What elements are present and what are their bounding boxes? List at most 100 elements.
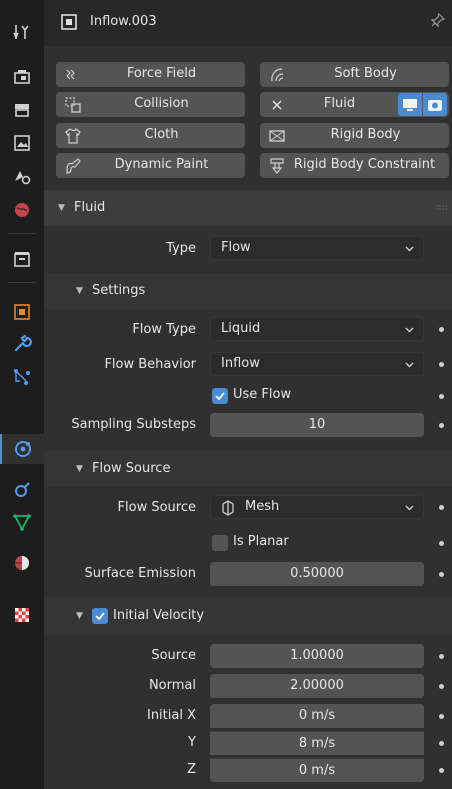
velocity-normal-label: Normal	[148, 678, 196, 693]
collision-button[interactable]: Collision	[56, 92, 245, 117]
cloth-label: Cloth	[144, 127, 179, 142]
wrench-icon	[14, 334, 32, 352]
animate-property-dot[interactable]	[439, 654, 444, 659]
tab-separator	[8, 282, 36, 283]
initial-velocity-checkbox[interactable]	[92, 608, 108, 624]
animate-property-dot[interactable]	[439, 541, 444, 546]
particles-icon	[14, 369, 30, 385]
cloth-icon	[65, 127, 81, 144]
flow-behavior-dropdown[interactable]: Inflow	[210, 352, 424, 376]
drag-grip-icon[interactable]	[436, 205, 448, 211]
flow-type-label: Flow Type	[132, 322, 196, 337]
expand-triangle-icon: ▼	[76, 611, 83, 621]
flow-source-label: Flow Source	[117, 500, 196, 515]
initial-z-field[interactable]: 0 m/s	[210, 758, 424, 782]
initial-y-field[interactable]: 8 m/s	[210, 731, 424, 755]
tab-modifiers[interactable]	[0, 329, 44, 359]
flow-source-subpanel-header[interactable]: ▼ Flow Source	[44, 451, 452, 487]
dynamic-paint-label: Dynamic Paint	[114, 157, 209, 172]
animate-property-dot[interactable]	[439, 768, 444, 773]
type-value: Flow	[221, 240, 251, 255]
view-layer-icon	[14, 135, 30, 151]
animate-property-dot[interactable]	[439, 741, 444, 746]
soft-body-button[interactable]: Soft Body	[260, 62, 449, 87]
render-toggle[interactable]	[423, 93, 447, 116]
animate-property-dot[interactable]	[439, 714, 444, 719]
chevron-down-icon	[405, 327, 414, 333]
tab-constraints[interactable]	[0, 475, 44, 505]
force-field-label: Force Field	[126, 66, 197, 81]
pin-icon[interactable]	[428, 12, 446, 30]
rigid-body-button[interactable]: Rigid Body	[260, 123, 449, 148]
animate-property-dot[interactable]	[439, 394, 444, 399]
tab-world[interactable]	[0, 195, 44, 225]
dynamic-paint-icon	[66, 158, 81, 174]
initial-velocity-label: Initial Velocity	[113, 608, 205, 623]
flow-source-value: Mesh	[245, 499, 280, 514]
panel-header: Inflow.003	[44, 0, 452, 46]
use-flow-label: Use Flow	[233, 387, 292, 402]
cloth-button[interactable]: Cloth	[56, 123, 245, 148]
checkmark-icon	[215, 392, 225, 401]
flow-behavior-value: Inflow	[221, 356, 260, 371]
flow-source-dropdown[interactable]: Mesh	[210, 495, 424, 519]
tab-particles[interactable]	[0, 362, 44, 392]
surface-emission-label: Surface Emission	[84, 566, 197, 581]
rigid-body-icon	[269, 130, 285, 142]
settings-subpanel-header[interactable]: ▼ Settings	[44, 273, 452, 309]
force-field-button[interactable]: Force Field	[56, 62, 245, 87]
animate-property-dot[interactable]	[439, 327, 444, 332]
type-dropdown[interactable]: Flow	[210, 236, 424, 260]
settings-label: Settings	[92, 283, 146, 298]
soft-body-label: Soft Body	[334, 66, 397, 81]
expand-triangle-icon: ▼	[76, 464, 83, 474]
velocity-normal-field[interactable]: 2.00000	[210, 674, 424, 698]
rigid-body-constraint-button[interactable]: Rigid Body Constraint	[260, 153, 449, 178]
animate-property-dot[interactable]	[439, 362, 444, 367]
expand-triangle-icon: ▼	[76, 286, 83, 296]
force-field-icon	[66, 69, 75, 80]
sampling-substeps-field[interactable]: 10	[210, 413, 424, 437]
tab-material[interactable]	[0, 548, 44, 578]
mesh-icon	[222, 500, 234, 516]
surface-emission-field[interactable]: 0.50000	[210, 562, 424, 586]
collision-label: Collision	[134, 96, 189, 111]
dynamic-paint-button[interactable]: Dynamic Paint	[56, 153, 245, 178]
fluid-section-header[interactable]: ▼ Fluid	[44, 190, 452, 226]
scene-icon	[15, 171, 31, 185]
tab-tool[interactable]	[0, 17, 44, 47]
rigid-body-constraint-label: Rigid Body Constraint	[293, 157, 436, 172]
fluid-section-label: Fluid	[74, 200, 106, 215]
collection-icon	[14, 252, 30, 267]
world-icon	[15, 203, 29, 217]
flow-type-value: Liquid	[221, 321, 261, 336]
tab-texture[interactable]	[0, 600, 44, 630]
tab-physics[interactable]	[0, 434, 44, 464]
mesh-data-icon	[13, 514, 31, 531]
tab-render[interactable]	[0, 62, 44, 92]
tool-icon	[13, 25, 29, 39]
tab-data[interactable]	[0, 507, 44, 537]
velocity-source-field[interactable]: 1.00000	[210, 644, 424, 668]
flow-type-dropdown[interactable]: Liquid	[210, 317, 424, 341]
properties-editor: Inflow.003 Force Field Soft Body Collisi…	[0, 0, 452, 789]
is-planar-checkbox[interactable]	[212, 535, 228, 551]
initial-velocity-subpanel-header[interactable]: ▼ Initial Velocity	[44, 598, 452, 634]
initial-x-field[interactable]: 0 m/s	[210, 704, 424, 728]
tab-output[interactable]	[0, 95, 44, 125]
viewport-toggle[interactable]	[398, 93, 422, 116]
animate-property-dot[interactable]	[439, 572, 444, 577]
tab-collection[interactable]	[0, 244, 44, 274]
tab-scene[interactable]	[0, 162, 44, 192]
fluid-label: Fluid	[323, 96, 356, 111]
animate-property-dot[interactable]	[439, 684, 444, 689]
soft-body-icon	[271, 68, 284, 82]
monitor-icon	[403, 99, 417, 111]
flow-behavior-label: Flow Behavior	[104, 357, 196, 372]
fluid-button[interactable]: Fluid	[260, 92, 449, 117]
tab-view-layer[interactable]	[0, 128, 44, 158]
use-flow-checkbox[interactable]	[212, 388, 228, 404]
animate-property-dot[interactable]	[439, 423, 444, 428]
animate-property-dot[interactable]	[439, 505, 444, 510]
tab-object[interactable]	[0, 297, 44, 327]
